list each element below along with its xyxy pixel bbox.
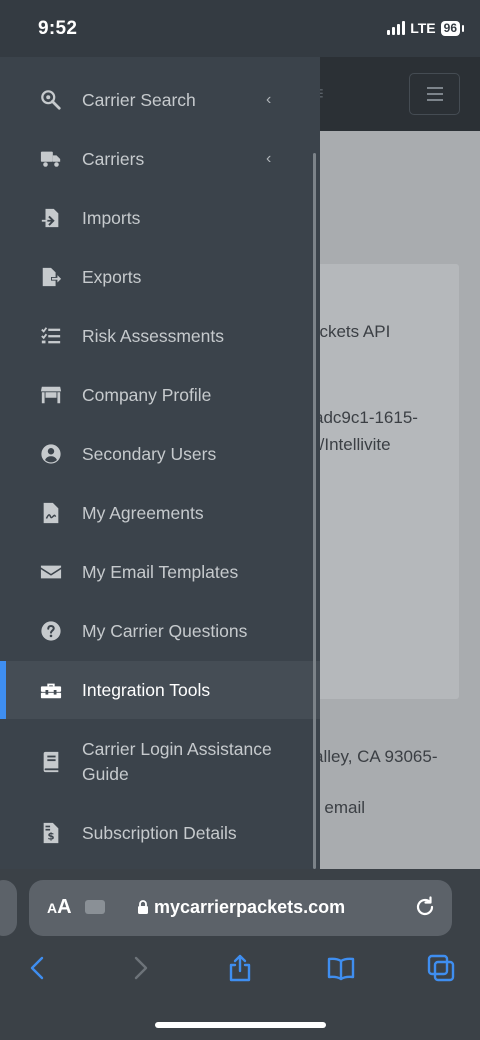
network-label: LTE	[410, 20, 436, 36]
sidebar-item-risk-assessments[interactable]: Risk Assessments	[0, 307, 320, 365]
sidebar-item-my-carrier-questions[interactable]: My Carrier Questions	[0, 602, 320, 660]
api-url-text: r/Intellivite	[314, 435, 391, 454]
forward-button[interactable]	[124, 952, 156, 984]
sidebar-item-integration-tools[interactable]: Integration Tools	[0, 661, 320, 719]
home-indicator	[155, 1022, 326, 1028]
sidebar-item-subscription-details[interactable]: $ Subscription Details	[0, 804, 320, 862]
sidebar-scrollbar[interactable]	[313, 153, 316, 869]
previous-tab-peek[interactable]	[0, 880, 17, 936]
sidebar-item-label: Imports	[82, 207, 141, 228]
user-circle-icon	[40, 443, 62, 465]
search-gear-icon	[40, 89, 62, 111]
lock-icon	[138, 900, 148, 914]
share-button[interactable]	[224, 952, 256, 984]
svg-text:$: $	[47, 831, 54, 842]
battery-icon: 96	[440, 20, 465, 36]
sidebar-item-label: Integration Tools	[82, 679, 211, 700]
file-import-icon	[40, 207, 62, 229]
sidebar-item-label: My Carrier Questions	[82, 620, 248, 641]
extension-icon[interactable]	[85, 900, 105, 914]
sidebar-item-carrier-login-guide[interactable]: Carrier Login Assistance Guide	[0, 720, 320, 804]
sidebar-item-carriers[interactable]: Carriers ‹	[0, 130, 320, 188]
signed-document-icon	[40, 502, 62, 524]
api-key-text: adc9c1-1615-	[314, 408, 418, 427]
sidebar-item-exports[interactable]: Exports	[0, 248, 320, 306]
sidebar-item-label: My Email Templates	[82, 561, 239, 582]
sidebar-item-label: My Agreements	[82, 502, 204, 523]
envelope-icon	[40, 561, 62, 583]
sidebar-item-label: Carrier Login Assistance Guide	[82, 739, 272, 784]
store-icon	[40, 384, 62, 406]
text-size-button[interactable]: AA	[47, 896, 72, 919]
sidebar-item-label: Company Profile	[82, 384, 212, 405]
api-heading-text: ackets API	[310, 322, 391, 341]
sidebar-item-carrier-search[interactable]: Carrier Search ‹	[0, 71, 320, 129]
chevron-right-icon	[134, 956, 148, 980]
tabs-icon	[427, 954, 455, 982]
sidebar-item-label: Exports	[82, 266, 142, 287]
sidebar-item-secondary-users[interactable]: Secondary Users	[0, 425, 320, 483]
truck-icon	[40, 148, 62, 170]
reload-icon[interactable]	[413, 895, 437, 919]
back-button[interactable]	[22, 952, 54, 984]
chevron-left-icon	[30, 956, 44, 980]
file-export-icon	[40, 266, 62, 288]
menu-toggle-button[interactable]	[409, 73, 460, 115]
sidebar-item-my-email-templates[interactable]: My Email Templates	[0, 543, 320, 601]
address-bar[interactable]: AA mycarrierpackets.com	[29, 880, 452, 936]
sidebar-item-my-agreements[interactable]: My Agreements	[0, 484, 320, 542]
active-indicator	[0, 661, 6, 719]
checklist-icon	[40, 325, 62, 347]
toolbox-icon	[40, 679, 62, 701]
signal-icon	[387, 21, 406, 35]
book-icon	[40, 751, 62, 773]
chevron-left-icon: ‹	[266, 91, 272, 108]
sidebar-item-label: Carrier Search	[82, 89, 196, 110]
status-indicators: LTE 96	[387, 20, 465, 36]
url-text: mycarrierpackets.com	[154, 897, 346, 917]
book-open-icon	[327, 957, 355, 981]
status-time: 9:52	[38, 18, 78, 39]
browser-chrome: AA mycarrierpackets.com	[0, 869, 480, 1040]
sidebar-item-label: Secondary Users	[82, 443, 217, 464]
question-circle-icon	[40, 620, 62, 642]
address-text: alley, CA 93065-	[314, 747, 438, 766]
sidebar-nav: Carrier Search ‹ Carriers ‹ Imports Expo…	[0, 57, 320, 869]
invoice-icon: $	[40, 822, 62, 844]
email-text: r email	[314, 798, 366, 817]
tabs-button[interactable]	[425, 952, 457, 984]
chevron-left-icon: ‹	[266, 150, 272, 167]
sidebar-item-label: Risk Assessments	[82, 325, 224, 346]
sidebar-item-company-profile[interactable]: Company Profile	[0, 366, 320, 424]
sidebar-item-label: Carriers	[82, 148, 145, 169]
sidebar-item-imports[interactable]: Imports	[0, 189, 320, 247]
sidebar-item-label: Subscription Details	[82, 822, 237, 843]
status-bar: 9:52 LTE 96	[0, 0, 480, 57]
bookmarks-button[interactable]	[325, 952, 357, 984]
share-icon	[229, 954, 251, 982]
